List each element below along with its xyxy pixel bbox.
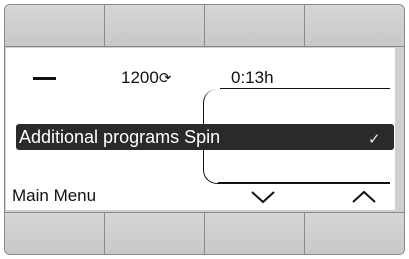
top-softkey-3[interactable] [205,5,305,46]
bottom-softkey-2[interactable] [105,213,205,254]
top-softkey-1[interactable] [5,5,105,46]
selector-bracket-bottom [203,150,221,184]
chevron-down-icon[interactable] [250,190,276,204]
bottom-softkey-1[interactable] [5,213,105,254]
bottom-softkey-3[interactable] [205,213,305,254]
display-screen: 1200⟳ 0:13h Additional programs Spin ✓ M… [6,48,395,210]
top-softkey-row [5,5,404,47]
bottom-softkey-row [5,212,404,254]
divider-line-bottom [218,182,390,184]
top-softkey-4[interactable] [305,5,404,46]
chevron-up-icon[interactable] [351,190,377,204]
selector-bracket-top [203,89,221,124]
divider-line [220,88,390,89]
program-label[interactable]: Additional programs Spin [19,127,220,147]
spin-speed-value: 1200 [121,68,159,87]
bottom-softkey-4[interactable] [305,213,404,254]
program-category: Additional programs [19,127,180,147]
top-softkey-2[interactable] [105,5,205,46]
checkmark-icon: ✓ [368,131,381,148]
program-value: Spin [184,127,221,147]
dash-indicator [33,77,56,80]
spin-speed: 1200⟳ [121,68,171,89]
spin-icon: ⟳ [158,70,172,87]
duration: 0:13h [231,68,274,87]
main-menu-label[interactable]: Main Menu [12,186,96,206]
